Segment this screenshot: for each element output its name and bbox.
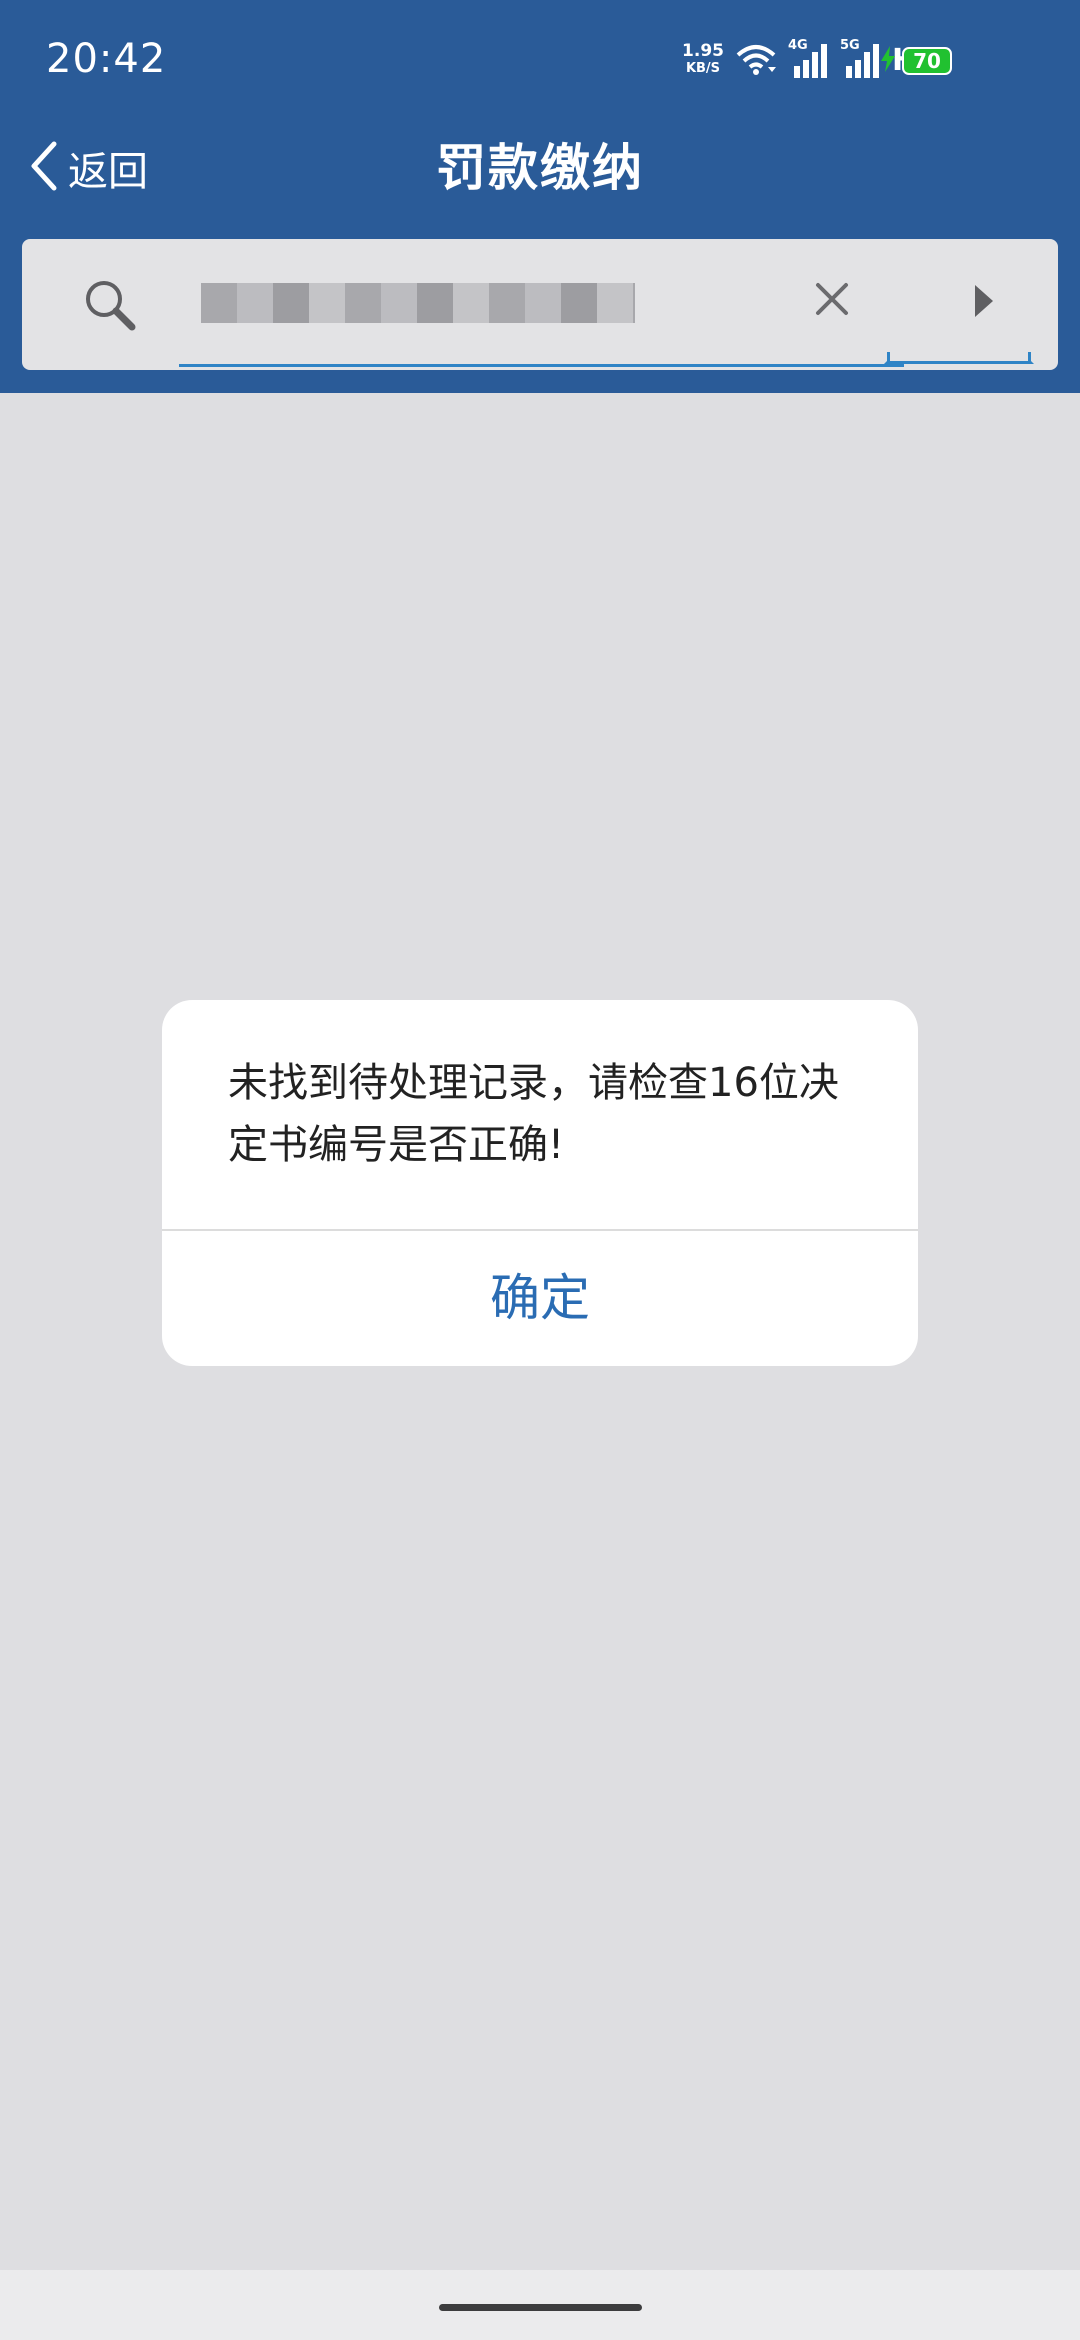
header: 20:42 1.95 KB/S 4G 5G 70 返回 罚款缴纳	[0, 0, 1080, 393]
battery-level: 70	[902, 47, 952, 75]
signal-5g-label: 5G	[839, 38, 860, 53]
close-icon	[812, 283, 852, 323]
search-input-value	[201, 283, 635, 323]
wifi-icon	[736, 43, 776, 77]
clear-button[interactable]	[812, 279, 852, 323]
network-speed-unit: KB/S	[685, 61, 721, 76]
status-bar: 20:42 1.95 KB/S 4G 5G 70	[0, 0, 1080, 120]
network-speed-value: 1.95	[682, 41, 724, 61]
search-icon	[82, 277, 138, 337]
signal-4g-label: 4G	[787, 38, 808, 53]
dialog-message: 未找到待处理记录，请检查16位决定书编号是否正确!	[228, 1060, 839, 1168]
battery-indicator: 70	[880, 46, 952, 76]
charging-icon	[880, 46, 896, 76]
confirm-button[interactable]: 确定	[162, 1231, 918, 1366]
search-submit-button[interactable]	[884, 239, 1034, 364]
network-speed: 1.95 KB/S	[682, 42, 724, 78]
search-bar	[22, 239, 1058, 370]
cell-signal-5g-icon: 5G	[840, 38, 880, 78]
alert-dialog: 未找到待处理记录，请检查16位决定书编号是否正确! 确定	[162, 1000, 918, 1366]
nav-bar: 返回 罚款缴纳	[0, 120, 1080, 235]
page-title: 罚款缴纳	[436, 139, 644, 197]
gesture-nav-bar	[0, 2270, 1080, 2340]
play-arrow-icon	[975, 285, 993, 317]
search-input[interactable]	[179, 239, 904, 367]
status-time: 20:42	[46, 36, 167, 82]
cell-signal-4g-icon: 4G	[788, 38, 828, 78]
home-indicator[interactable]	[439, 2304, 642, 2311]
